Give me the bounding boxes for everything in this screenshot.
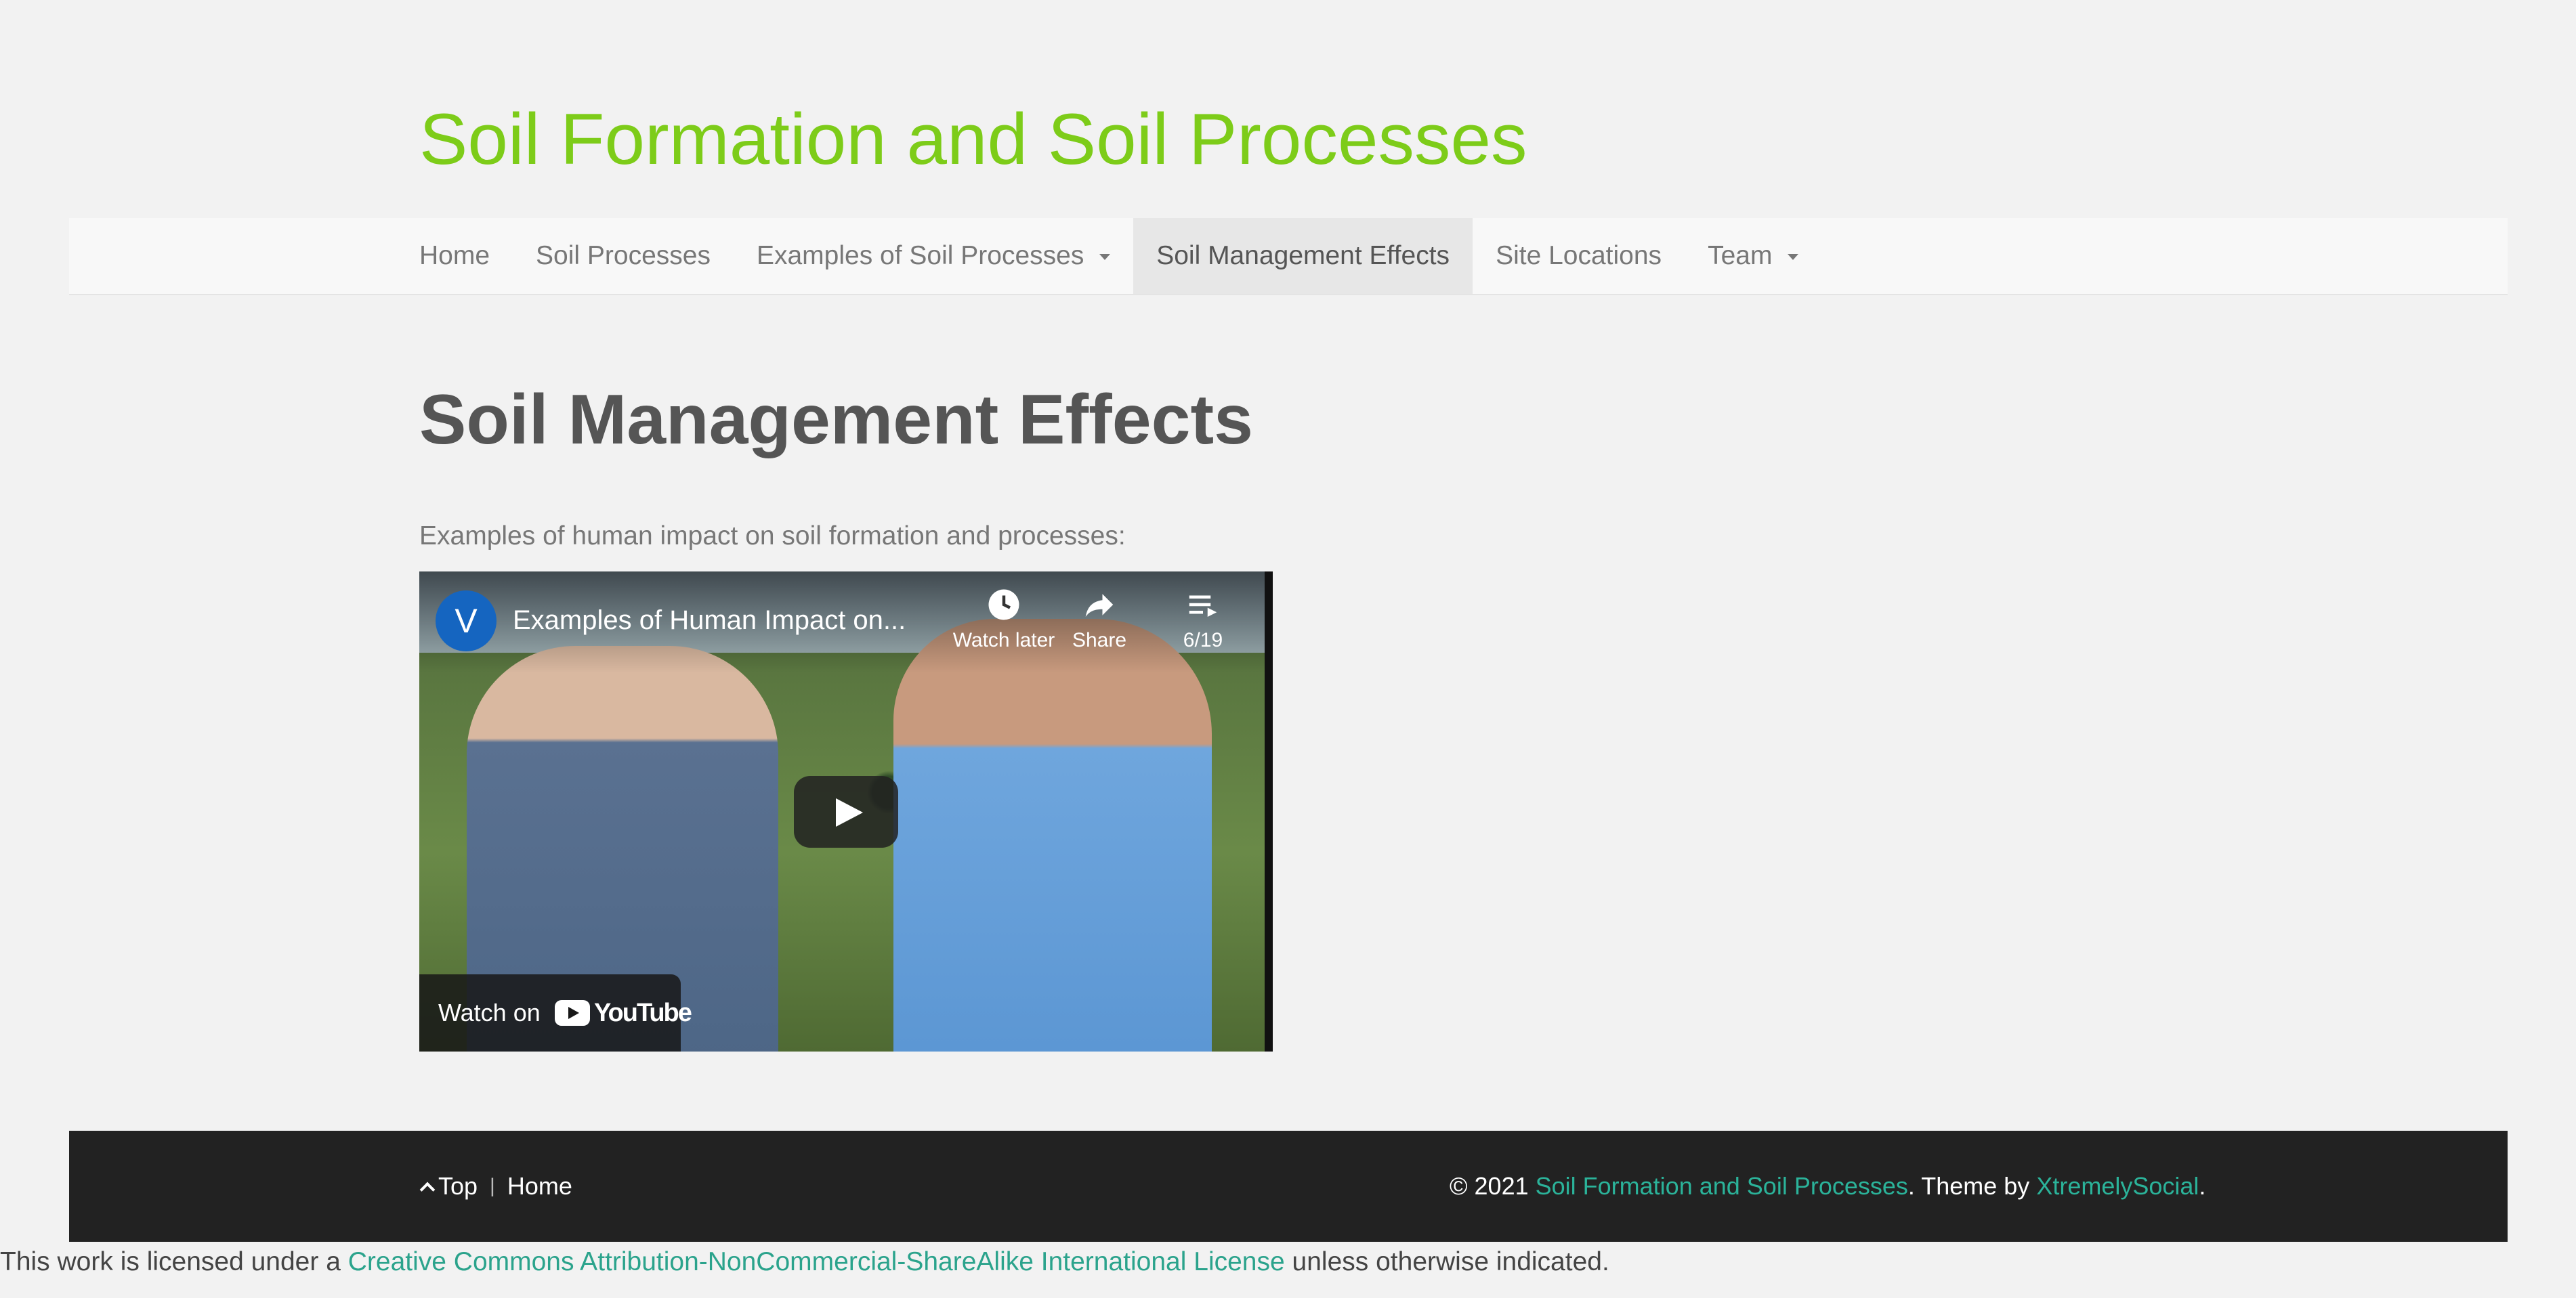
nav-item-label: Examples of Soil Processes: [756, 241, 1084, 270]
watch-on-youtube-button[interactable]: Watch on YouTube: [419, 974, 692, 1052]
theme-author-link[interactable]: XtremelySocial: [2036, 1172, 2199, 1200]
site-title[interactable]: Soil Formation and Soil Processes: [419, 95, 1527, 183]
youtube-logo-icon: YouTube: [555, 998, 692, 1027]
nav-item-label: Site Locations: [1496, 241, 1662, 270]
youtube-wordmark: YouTube: [594, 998, 692, 1027]
license-notice: This work is licensed under a Creative C…: [0, 1245, 1609, 1280]
nav-item-soil-management-effects[interactable]: Soil Management Effects: [1133, 218, 1473, 294]
nav-menu: Home Soil Processes Examples of Soil Pro…: [419, 218, 1821, 294]
license-link[interactable]: Creative Commons Attribution-NonCommerci…: [348, 1247, 1285, 1276]
footer-links: Top | Home: [419, 1169, 572, 1204]
youtube-video-embed[interactable]: V Examples of Human Impact on... Watch l…: [419, 571, 1273, 1052]
license-suffix: unless otherwise indicated.: [1292, 1247, 1609, 1276]
nav-item-label: Soil Processes: [536, 241, 711, 270]
caret-down-icon: [1788, 254, 1799, 261]
intro-text: Examples of human impact on soil formati…: [419, 521, 1126, 550]
playlist-button[interactable]: 6/19: [1149, 586, 1257, 654]
footer: Top | Home © 2021 Soil Formation and Soi…: [69, 1131, 2508, 1242]
nav-item-site-locations[interactable]: Site Locations: [1473, 218, 1685, 294]
playlist-icon: [1189, 595, 1217, 617]
footer-top-link[interactable]: Top: [438, 1169, 478, 1204]
nav-item-examples-of-soil-processes[interactable]: Examples of Soil Processes: [734, 218, 1133, 294]
nav-item-label: Home: [419, 241, 490, 270]
share-label: Share: [1072, 629, 1127, 651]
footer-separator: |: [490, 1175, 495, 1197]
video-thumbnail-person-right: [893, 619, 1212, 1052]
footer-site-link[interactable]: Soil Formation and Soil Processes: [1536, 1172, 1908, 1200]
clock-icon: [988, 589, 1019, 620]
watch-on-label: Watch on: [438, 999, 541, 1026]
nav-item-team[interactable]: Team: [1685, 218, 1821, 294]
youtube-play-badge-icon: [555, 1000, 590, 1026]
play-button[interactable]: [794, 776, 898, 848]
navbar: Home Soil Processes Examples of Soil Pro…: [69, 218, 2508, 295]
nav-item-soil-processes[interactable]: Soil Processes: [513, 218, 734, 294]
footer-home-link[interactable]: Home: [507, 1169, 572, 1204]
nav-item-label: Team: [1708, 241, 1773, 270]
copyright-text: © 2021: [1450, 1172, 1529, 1200]
page: Soil Formation and Soil Processes Home S…: [0, 0, 2576, 1298]
caret-down-icon: [1099, 254, 1111, 261]
chevron-up-icon: [419, 1182, 436, 1198]
playlist-position: 6/19: [1183, 629, 1223, 651]
footer-credits: © 2021 Soil Formation and Soil Processes…: [1450, 1169, 2205, 1204]
nav-item-label: Soil Management Effects: [1156, 241, 1450, 270]
video-edge: [1265, 571, 1273, 1052]
theme-by-text: . Theme by: [1907, 1172, 2030, 1200]
play-icon: [836, 798, 863, 827]
license-prefix: This work is licensed under a: [0, 1247, 341, 1276]
video-title[interactable]: Examples of Human Impact on...: [513, 601, 906, 639]
footer-period: .: [2199, 1172, 2206, 1200]
nav-item-home[interactable]: Home: [419, 218, 513, 294]
share-button[interactable]: Share: [1045, 586, 1154, 654]
share-arrow-icon: [1085, 594, 1114, 617]
page-title: Soil Management Effects: [419, 381, 1253, 459]
watch-later-label: Watch later: [952, 629, 1055, 651]
watch-later-button[interactable]: Watch later: [950, 586, 1058, 654]
channel-avatar[interactable]: V: [436, 590, 497, 651]
